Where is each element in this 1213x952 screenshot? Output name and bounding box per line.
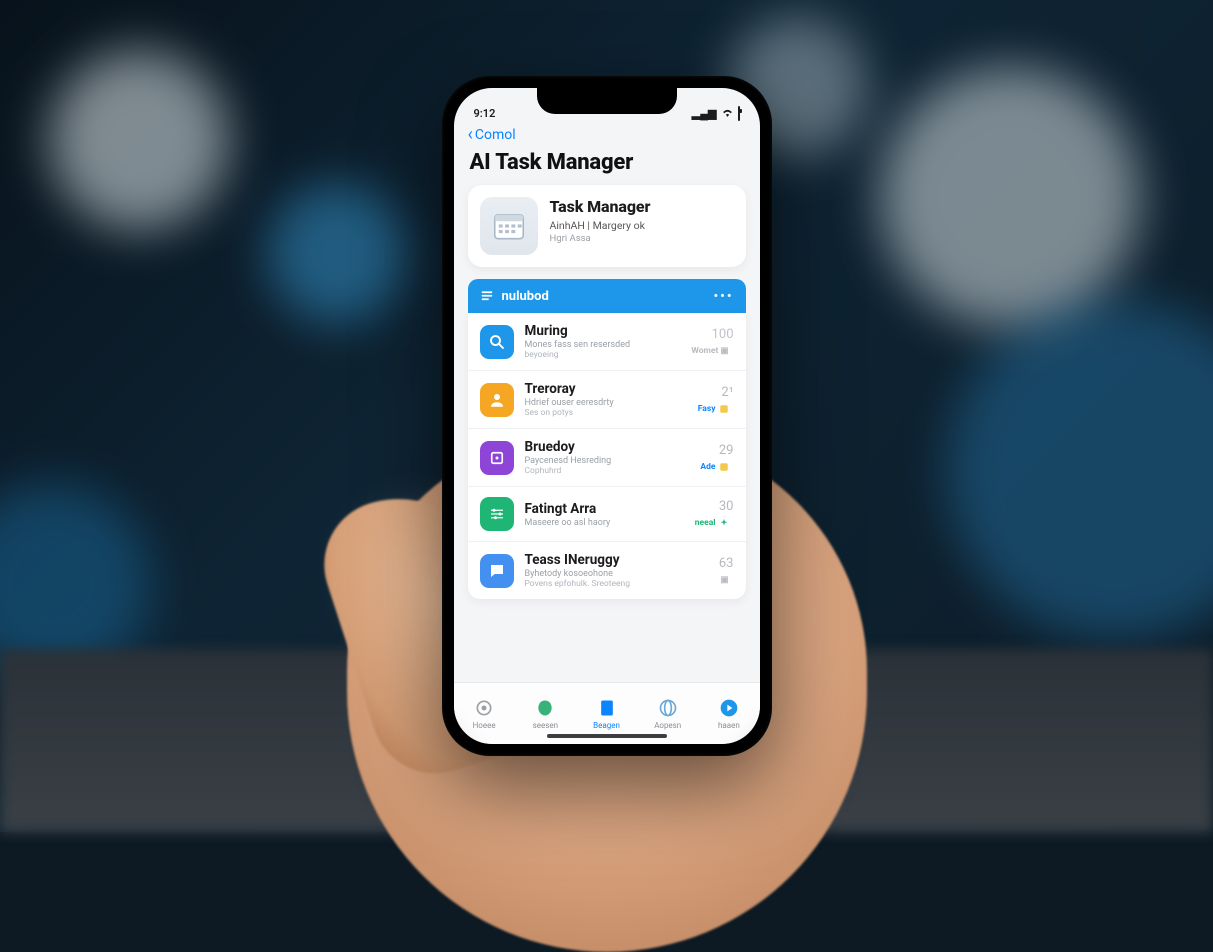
signal-icon: ▂▄▆	[692, 107, 717, 120]
tab-label: haaen	[718, 721, 740, 730]
task-subtitle: Mones fass sen resersded	[525, 340, 676, 350]
wifi-icon	[721, 107, 734, 120]
task-tag: ▣	[715, 574, 733, 586]
phone-screen: 9:12 ▂▄▆ ‹ Comol AI Task Manager	[454, 88, 760, 744]
home-icon	[474, 698, 494, 718]
task-subtitle-2: beyoeing	[525, 350, 676, 360]
task-count: 63	[719, 556, 734, 571]
tab-play[interactable]: haaen	[698, 683, 759, 744]
task-list: Muring Mones fass sen resersded beyoeing…	[468, 313, 746, 599]
sliders-icon	[480, 497, 514, 531]
page-title: AI Task Manager	[454, 146, 760, 185]
hero-subtitle-1: AinhAH | Margery ok	[550, 219, 651, 232]
hero-card[interactable]: Task Manager AinhAH | Margery ok Hgri As…	[468, 185, 746, 267]
task-tag: neeal	[690, 517, 734, 529]
section-header-label: nulubod	[502, 289, 549, 304]
list-icon	[480, 289, 494, 303]
task-count: 2¹	[721, 385, 733, 400]
calendar-icon	[480, 197, 538, 255]
task-count: 29	[719, 443, 734, 458]
book-icon	[597, 698, 617, 718]
task-row[interactable]: Treroray Hdrief ouser eeresdrty Ses on p…	[468, 370, 746, 428]
tab-label: Beagen	[593, 721, 620, 730]
task-row[interactable]: Muring Mones fass sen resersded beyoeing…	[468, 313, 746, 370]
section-header[interactable]: nulubod •••	[468, 279, 746, 313]
hero-title: Task Manager	[550, 197, 651, 216]
battery-icon	[738, 107, 740, 120]
task-subtitle: Hdrief ouser eeresdrty	[525, 398, 679, 408]
task-tag: Womet ▣	[686, 345, 733, 357]
task-tag: Fasy	[693, 403, 734, 415]
square-icon	[480, 441, 514, 475]
task-tag: Ade	[695, 461, 733, 473]
task-title: Teass INeruggy	[525, 552, 679, 568]
task-subtitle-2: Povens epfohulk. Sreoteeng	[525, 579, 679, 589]
phone-frame: 9:12 ▂▄▆ ‹ Comol AI Task Manager	[442, 76, 772, 756]
task-count: 100	[712, 327, 734, 342]
status-time: 9:12	[474, 107, 496, 120]
sparkle-icon	[719, 518, 729, 528]
task-row[interactable]: Fatingt Arra Maseere oo asl haory 30 nee…	[468, 486, 746, 541]
hero-subtitle-2: Hgri Assa	[550, 233, 651, 244]
leaf-icon	[535, 698, 555, 718]
task-count: 30	[719, 499, 734, 514]
tab-label: Aopesn	[654, 721, 681, 730]
tab-label: Hoeee	[473, 721, 496, 730]
badge-icon	[719, 404, 729, 414]
task-title: Fatingt Arra	[525, 501, 679, 517]
task-title: Treroray	[525, 381, 679, 397]
home-indicator[interactable]	[547, 734, 667, 738]
task-subtitle-2: Cophuhrd	[525, 466, 679, 476]
task-row[interactable]: Bruedoy Paycenesd Hesreding Cophuhrd 29 …	[468, 428, 746, 486]
task-subtitle-2: Ses on potys	[525, 408, 679, 418]
person-icon	[480, 383, 514, 417]
play-icon	[719, 698, 739, 718]
tab-label: seesen	[533, 721, 558, 730]
tab-home[interactable]: Hoeee	[454, 683, 515, 744]
notch	[537, 88, 677, 114]
task-title: Bruedoy	[525, 439, 679, 455]
chevron-left-icon: ‹	[468, 126, 473, 144]
search-icon	[480, 325, 514, 359]
back-button[interactable]: ‹ Comol	[454, 122, 760, 146]
globe-icon	[658, 698, 678, 718]
chat-icon	[480, 554, 514, 588]
more-icon[interactable]: •••	[713, 289, 733, 304]
task-subtitle: Maseere oo asl haory	[525, 518, 679, 528]
back-label: Comol	[475, 127, 516, 143]
task-subtitle: Byhetody kosoeohone	[525, 569, 679, 579]
badge-icon	[719, 462, 729, 472]
task-subtitle: Paycenesd Hesreding	[525, 456, 679, 466]
task-row[interactable]: Teass INeruggy Byhetody kosoeohone Poven…	[468, 541, 746, 599]
task-title: Muring	[525, 323, 676, 339]
